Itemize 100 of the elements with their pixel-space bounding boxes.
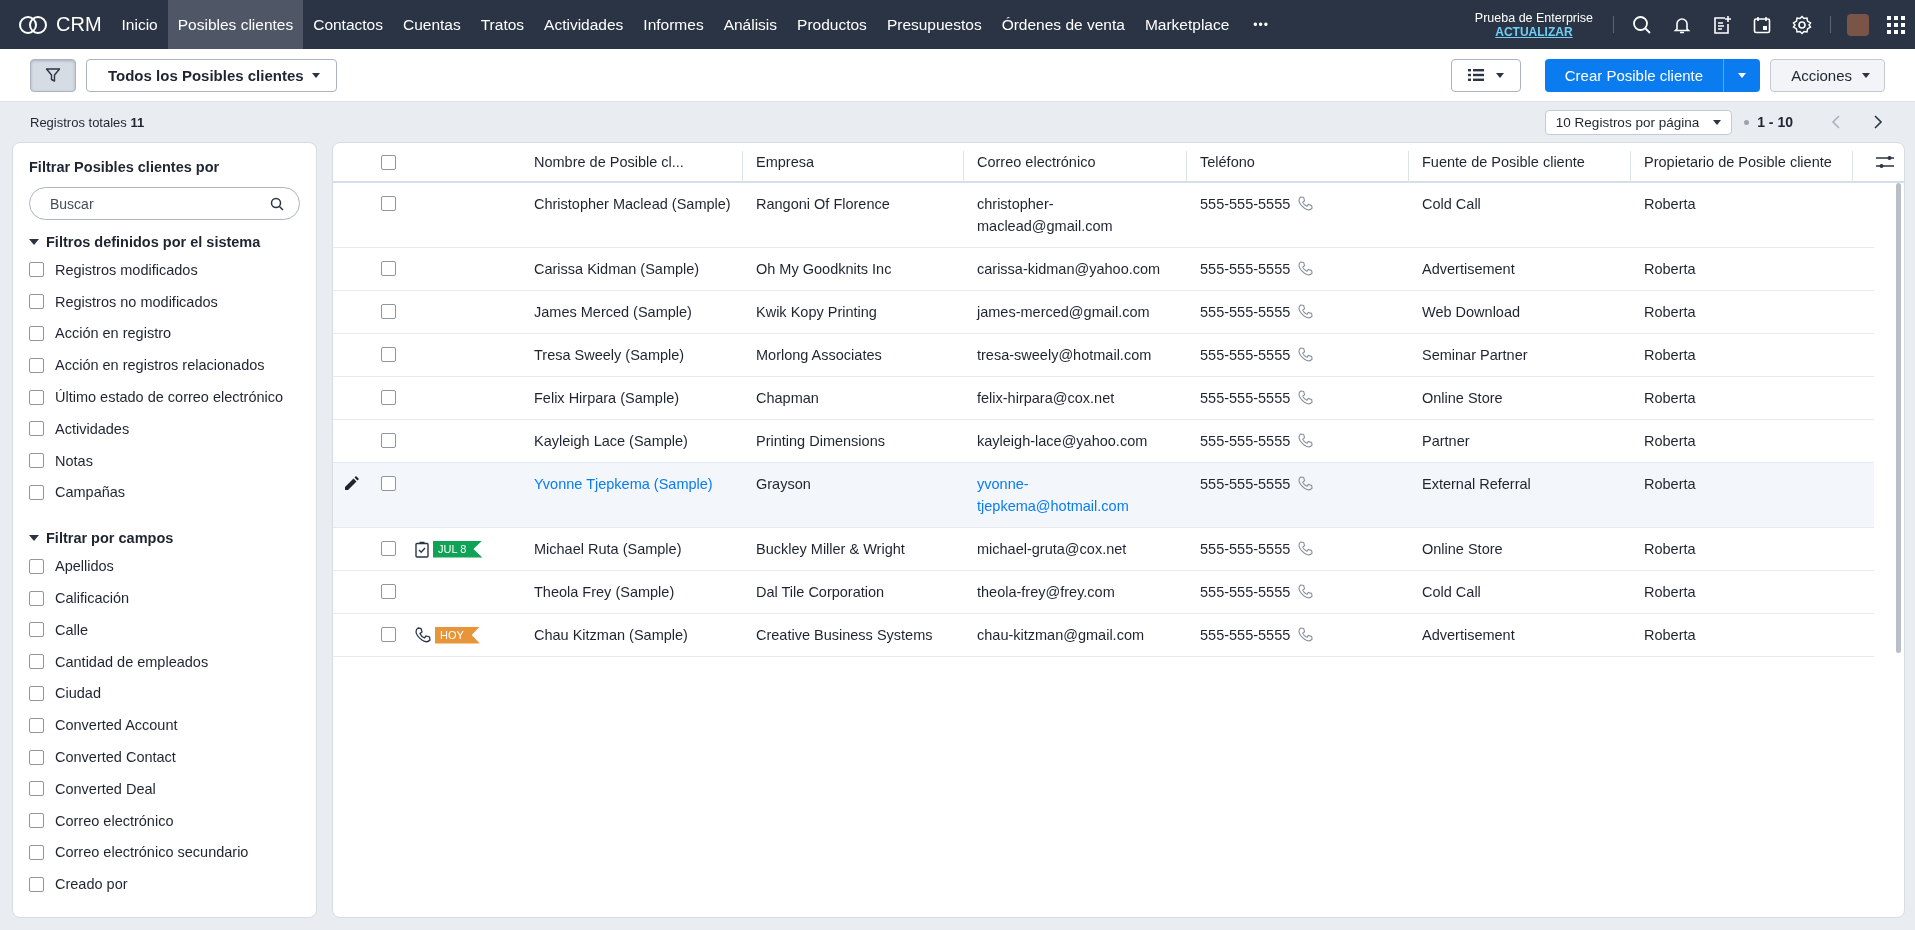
phone-icon[interactable] (1298, 541, 1314, 556)
checkbox[interactable] (29, 813, 44, 829)
row-checkbox[interactable] (380, 584, 396, 599)
actions-dropdown[interactable]: Acciones (1770, 58, 1885, 92)
row-checkbox[interactable] (380, 627, 396, 642)
checkbox[interactable] (29, 357, 44, 373)
column-header[interactable]: Propietario de Posible cliente (1644, 154, 1832, 170)
nav-tab[interactable]: Tratos (470, 0, 535, 49)
phone-icon[interactable] (1298, 476, 1314, 491)
nav-tab[interactable]: Informes (633, 0, 714, 49)
table-row[interactable]: James Merced (Sample) Kwik Kopy Printing james-merced@gmail.com 555-555-5555 Web Download Roberta (333, 291, 1874, 334)
apps-grid-icon[interactable] (1887, 15, 1905, 34)
email-link[interactable]: theola-frey@frey.com (977, 581, 1115, 603)
search-icon[interactable] (1632, 14, 1652, 35)
nav-tab[interactable]: Contactos (303, 0, 393, 49)
row-checkbox[interactable] (380, 541, 396, 556)
table-row[interactable]: JUL 8 Michael Ruta (Sample) Buckley Miller & Wright michael-gruta@cox.net 555-555-5555 Online Store Roberta (333, 528, 1874, 571)
nav-tab[interactable]: Actividades (534, 0, 634, 49)
table-row[interactable]: Yvonne Tjepkema (Sample) Grayson yvonne-tjepkema@hotmail.com 555-555-5555 External Referral Roberta (333, 463, 1874, 528)
email-link[interactable]: christopher-maclead@gmail.com (977, 193, 1179, 237)
phone-icon[interactable] (1298, 261, 1314, 276)
lead-name-link[interactable]: Christopher Maclead (Sample) (534, 193, 731, 215)
column-header[interactable]: Correo electrónico (977, 154, 1096, 170)
checkbox[interactable] (29, 622, 44, 638)
row-checkbox[interactable] (380, 261, 396, 276)
nav-tab[interactable]: Presupuestos (876, 0, 992, 49)
filter-toggle-button[interactable] (30, 58, 76, 92)
column-header[interactable]: Nombre de Posible cl... (534, 154, 684, 170)
checkbox[interactable] (29, 326, 44, 341)
row-checkbox[interactable] (380, 304, 396, 319)
checkbox[interactable] (29, 389, 44, 405)
checkbox[interactable] (29, 876, 44, 892)
lead-name-link[interactable]: Theola Frey (Sample) (534, 581, 675, 603)
phone-icon[interactable] (1298, 433, 1314, 448)
column-header[interactable]: Teléfono (1200, 154, 1255, 170)
row-checkbox[interactable] (380, 433, 396, 448)
checkbox[interactable] (29, 781, 44, 797)
checkbox[interactable] (29, 294, 44, 310)
lead-name-link[interactable]: Michael Ruta (Sample) (534, 538, 682, 560)
email-link[interactable]: carissa-kidman@yahoo.com (977, 258, 1161, 280)
lead-name-link[interactable]: Yvonne Tjepkema (Sample) (534, 473, 713, 495)
table-row[interactable]: Felix Hirpara (Sample) Chapman felix-hirpara@cox.net 555-555-5555 Online Store Roberta (333, 377, 1874, 420)
nav-tab[interactable]: Productos (787, 0, 877, 49)
next-page-icon[interactable] (1873, 115, 1883, 129)
row-checkbox[interactable] (380, 476, 396, 491)
phone-icon[interactable] (1298, 304, 1314, 319)
email-link[interactable]: yvonne-tjepkema@hotmail.com (977, 473, 1179, 517)
column-header[interactable]: Fuente de Posible cliente (1422, 154, 1585, 170)
phone-icon[interactable] (1298, 347, 1314, 362)
email-link[interactable]: tresa-sweely@hotmail.com (977, 344, 1152, 366)
email-link[interactable]: james-merced@gmail.com (977, 301, 1150, 323)
table-row[interactable]: Tresa Sweely (Sample) Morlong Associates tresa-sweely@hotmail.com 555-555-5555 Seminar Partner Roberta (333, 334, 1874, 377)
lead-name-link[interactable]: Kayleigh Lace (Sample) (534, 430, 688, 452)
search-icon[interactable] (270, 197, 284, 211)
email-link[interactable]: chau-kitzman@gmail.com (977, 624, 1145, 646)
filter-section-header[interactable]: Filtrar por campos (29, 526, 300, 551)
create-options-button[interactable] (1724, 58, 1761, 92)
checkbox[interactable] (29, 717, 44, 733)
more-tabs-button[interactable]: ••• (1239, 0, 1283, 49)
nav-tab[interactable]: Inicio (111, 0, 168, 49)
pencil-icon[interactable] (345, 476, 359, 490)
user-avatar[interactable] (1847, 13, 1869, 36)
table-row[interactable]: Theola Frey (Sample) Dal Tile Corporation theola-frey@frey.com 555-555-5555 Cold Call Roberta (333, 571, 1874, 614)
checkbox[interactable] (29, 453, 44, 469)
column-header[interactable]: Empresa (756, 154, 815, 170)
records-per-page-dropdown[interactable]: 10 Registros por página (1544, 109, 1733, 135)
checkbox[interactable] (29, 421, 44, 437)
search-field[interactable]: Buscar (29, 187, 300, 220)
phone-icon[interactable] (1298, 584, 1314, 599)
table-row[interactable]: Christopher Maclead (Sample) Rangoni Of Florence christopher-maclead@gmail.com 555-555-5555 Cold Call Roberta (333, 183, 1874, 248)
nav-tab[interactable]: Marketplace (1134, 0, 1240, 49)
lead-name-link[interactable]: Tresa Sweely (Sample) (534, 344, 685, 366)
list-view-button[interactable] (1450, 58, 1521, 92)
lead-name-link[interactable]: James Merced (Sample) (534, 301, 692, 323)
phone-icon[interactable] (1298, 196, 1314, 211)
select-all-checkbox[interactable] (380, 154, 396, 170)
nav-tab[interactable]: Análisis (713, 0, 788, 49)
lead-name-link[interactable]: Felix Hirpara (Sample) (534, 387, 680, 409)
calendar-icon[interactable] (1752, 14, 1772, 35)
phone-icon[interactable] (1298, 627, 1314, 642)
checkbox[interactable] (29, 590, 44, 606)
upgrade-link[interactable]: ACTUALIZAR (1495, 24, 1573, 39)
add-note-icon[interactable] (1712, 14, 1732, 35)
settings-icon[interactable] (1792, 14, 1812, 35)
checkbox[interactable] (29, 558, 44, 574)
checkbox[interactable] (29, 749, 44, 765)
table-row[interactable]: Carissa Kidman (Sample) Oh My Goodknits Inc carissa-kidman@yahoo.com 555-555-5555 Advertisement Roberta (333, 248, 1874, 291)
lead-name-link[interactable]: Chau Kitzman (Sample) (534, 624, 688, 646)
table-row[interactable]: HOY Chau Kitzman (Sample) Creative Business Systems chau-kitzman@gmail.com 555-555-5555 Advertisement Roberta (333, 614, 1874, 657)
column-settings-icon[interactable] (1876, 155, 1894, 169)
nav-tab[interactable]: Órdenes de venta (991, 0, 1135, 49)
scrollbar[interactable] (1896, 183, 1901, 653)
checkbox[interactable] (29, 654, 44, 670)
checkbox[interactable] (29, 685, 44, 701)
checkbox[interactable] (29, 262, 44, 278)
nav-tab[interactable]: Posibles clientes (167, 0, 304, 49)
email-link[interactable]: kayleigh-lace@yahoo.com (977, 430, 1148, 452)
row-checkbox[interactable] (380, 347, 396, 362)
triangle-icon[interactable] (29, 239, 39, 245)
triangle-icon[interactable] (29, 535, 39, 542)
